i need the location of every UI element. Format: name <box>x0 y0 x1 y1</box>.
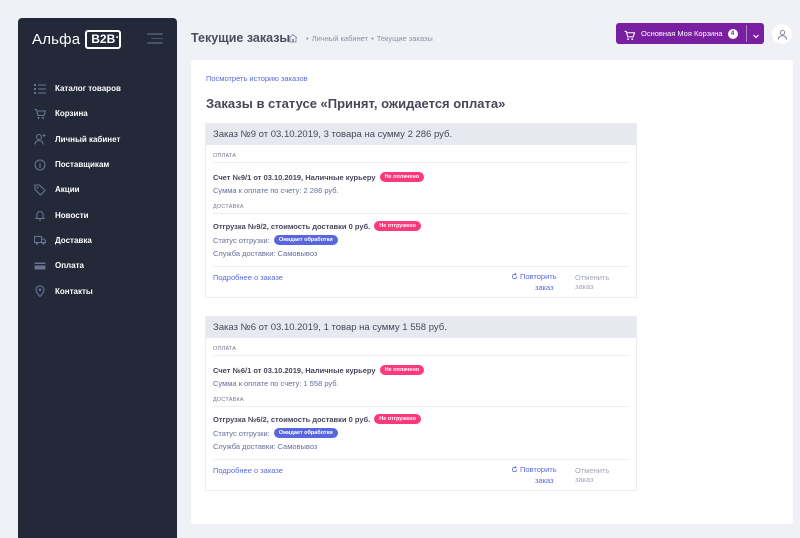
invoice-title: Счет №9/1 от 03.10.2019, Наличные курьер… <box>213 172 376 182</box>
orders-panel: Посмотреть историю заказов Заказы в стат… <box>191 60 793 524</box>
sidebar-item-delivery[interactable]: Доставка <box>18 228 177 253</box>
sidebar-item-label: Личный кабинет <box>55 134 121 144</box>
payment-section-label: ОПЛАТА <box>213 346 237 352</box>
delivery-section-label: ДОСТАВКА <box>213 204 244 210</box>
order-title: Заказ №9 от 03.10.2019, 3 товара на сумм… <box>206 124 636 145</box>
divider <box>213 213 629 214</box>
invoice-title: Счет №6/1 от 03.10.2019, Наличные курьер… <box>213 365 376 375</box>
repeat-label-2: заказ <box>535 476 554 485</box>
shipment-title: Отгрузка №9/2, стоимость доставки 0 руб. <box>213 221 371 231</box>
shipment-title: Отгрузка №6/2, стоимость доставки 0 руб. <box>213 414 371 424</box>
sidebar-item-label: Корзина <box>55 109 88 119</box>
shipment-status-label: Статус отгрузки: <box>213 428 270 438</box>
avatar[interactable] <box>772 24 792 44</box>
payment-section-label: ОПЛАТА <box>213 153 237 159</box>
bell-icon <box>34 209 46 221</box>
order-card: Заказ №9 от 03.10.2019, 3 товара на сумм… <box>205 123 637 298</box>
list-icon <box>34 83 46 95</box>
repeat-label: Повторить <box>520 272 557 281</box>
card-icon <box>34 260 46 272</box>
sidebar-item-promotions[interactable]: Акции <box>18 177 177 202</box>
truck-icon <box>34 234 46 246</box>
sidebar-item-contacts[interactable]: Контакты <box>18 278 177 303</box>
sidebar-item-label: Каталог товаров <box>55 84 121 94</box>
cart-count-badge: 4 <box>727 28 738 39</box>
payment-status-badge: Не оплачено <box>379 365 425 375</box>
user-icon <box>34 133 46 145</box>
sidebar-item-label: Контакты <box>55 286 93 296</box>
shipment-status-badge: Не отгружено <box>374 414 421 424</box>
order-title: Заказ №6 от 03.10.2019, 1 товар на сумму… <box>206 317 636 338</box>
processing-status-badge: Ожидает обработки <box>273 235 338 245</box>
brand-badge: B2B • <box>85 29 122 49</box>
shipment-status-badge: Не отгружено <box>374 221 421 231</box>
chevron-down-icon[interactable] <box>751 28 761 39</box>
sidebar-item-label: Новости <box>55 210 89 220</box>
sidebar-item-label: Доставка <box>55 235 92 245</box>
sidebar-item-payment[interactable]: Оплата <box>18 253 177 278</box>
sidebar: Альфа B2B • Каталог товаров Корзина Личны… <box>18 18 177 538</box>
user-icon <box>777 29 787 40</box>
delivery-service: Служба доставки: Самовывоз <box>213 249 318 258</box>
home-icon[interactable] <box>288 33 298 43</box>
repeat-order-button[interactable]: Повторить заказ <box>511 464 569 486</box>
sidebar-item-catalog[interactable]: Каталог товаров <box>18 76 177 101</box>
cart-button[interactable]: Основная Моя Корзина 4 <box>616 23 764 44</box>
invoice-amount: Сумма к оплате по счету: 1 558 руб. <box>213 379 339 388</box>
order-history-link[interactable]: Посмотреть историю заказов <box>206 74 308 83</box>
status-heading: Заказы в статусе «Принят, ожидается опла… <box>206 96 506 111</box>
sidebar-item-news[interactable]: Новости <box>18 202 177 227</box>
info-icon <box>34 158 46 171</box>
sidebar-toggle-icon[interactable] <box>147 33 163 44</box>
sidebar-item-label: Оплата <box>55 261 84 271</box>
breadcrumb-separator: • <box>306 33 309 43</box>
order-card: Заказ №6 от 03.10.2019, 1 товар на сумму… <box>205 316 637 491</box>
repeat-order-button[interactable]: Повторить заказ <box>511 271 569 293</box>
refresh-icon <box>511 272 518 280</box>
cart-divider <box>746 25 747 42</box>
divider <box>213 406 629 407</box>
cart-icon <box>624 28 636 41</box>
brand-name: Альфа <box>32 30 81 48</box>
breadcrumb-separator: • <box>371 33 374 43</box>
sidebar-item-label: Поставщикам <box>55 160 110 170</box>
delivery-section-label: ДОСТАВКА <box>213 397 244 403</box>
refresh-icon <box>511 465 518 473</box>
cancel-order-button[interactable]: Отменить заказ <box>575 273 629 291</box>
sidebar-item-account[interactable]: Личный кабинет <box>18 127 177 152</box>
cart-icon <box>34 108 46 120</box>
sidebar-menu: Каталог товаров Корзина Личный кабинет П… <box>18 76 177 304</box>
breadcrumb-account[interactable]: Личный кабинет <box>312 34 368 43</box>
repeat-label: Повторить <box>520 465 557 474</box>
breadcrumb: • Личный кабинет • Текущие заказы <box>288 33 433 43</box>
delivery-service: Служба доставки: Самовывоз <box>213 442 318 451</box>
sidebar-item-suppliers[interactable]: Поставщикам <box>18 152 177 177</box>
processing-status-badge: Ожидает обработки <box>273 428 338 438</box>
cancel-order-button[interactable]: Отменить заказ <box>575 466 629 484</box>
invoice-amount: Сумма к оплате по счету: 2 286 руб. <box>213 186 339 195</box>
cart-label: Основная Моя Корзина <box>641 29 723 38</box>
location-icon <box>34 285 46 298</box>
shipment-status-label: Статус отгрузки: <box>213 235 270 245</box>
breadcrumb-current[interactable]: Текущие заказы <box>377 34 433 43</box>
sidebar-item-label: Акции <box>55 185 80 195</box>
tag-icon <box>34 184 46 196</box>
page-title: Текущие заказы <box>191 31 291 45</box>
divider <box>213 162 629 163</box>
brand-logo[interactable]: Альфа B2B • <box>32 28 122 50</box>
divider <box>213 355 629 356</box>
repeat-label-2: заказ <box>535 283 554 292</box>
payment-status-badge: Не оплачено <box>379 172 425 182</box>
order-details-link[interactable]: Подробнее о заказе <box>213 273 283 282</box>
sidebar-item-cart[interactable]: Корзина <box>18 101 177 126</box>
order-details-link[interactable]: Подробнее о заказе <box>213 466 283 475</box>
